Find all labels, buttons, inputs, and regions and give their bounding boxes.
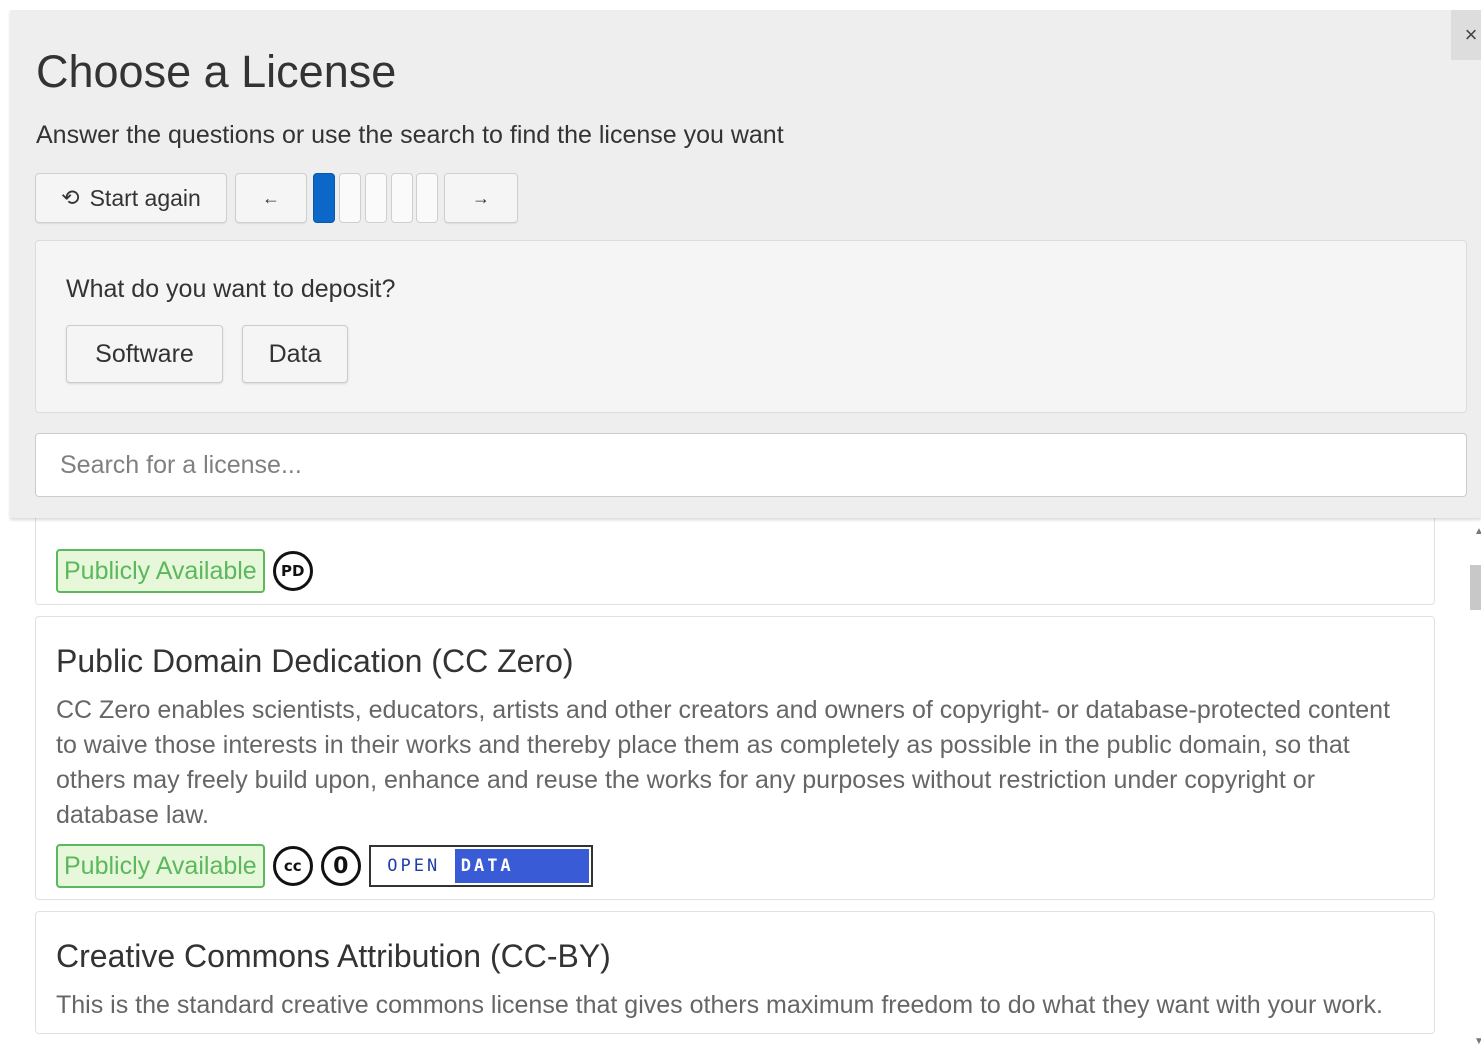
start-again-label: Start again xyxy=(89,184,201,211)
cc-zero-icon: 0 xyxy=(320,846,361,886)
license-description: CC Zero enables scientists, educators, a… xyxy=(56,696,1391,829)
close-button[interactable]: × xyxy=(1451,10,1481,60)
license-badges: Publicly Available PD xyxy=(56,548,313,594)
scroll-down-arrow-icon[interactable]: ▼ xyxy=(1474,1036,1481,1047)
answer-data-button[interactable]: Data xyxy=(242,325,348,383)
license-description: This is the standard creative commons li… xyxy=(56,991,1383,1019)
progress-step-5[interactable] xyxy=(416,173,438,223)
license-title: Public Domain Dedication (CC Zero) xyxy=(56,643,574,679)
arrow-right-icon: → xyxy=(472,187,490,208)
answer-software-button[interactable]: Software xyxy=(66,325,223,383)
license-chooser-header: Choose a License Answer the questions or… xyxy=(10,10,1481,518)
progress-step-2[interactable] xyxy=(339,173,361,223)
open-data-logo-right: DATA xyxy=(454,849,589,883)
page-subtitle: Answer the questions or use the search t… xyxy=(36,121,784,149)
license-badges: Publicly Available cc 0 OPEN DATA xyxy=(56,843,1414,889)
page-title: Choose a License xyxy=(36,46,397,97)
publicly-available-badge: Publicly Available xyxy=(56,844,265,888)
start-again-button[interactable]: ⟲ Start again xyxy=(35,173,227,223)
creative-commons-icon: cc xyxy=(272,846,313,886)
public-domain-icon: PD xyxy=(272,551,313,591)
open-data-logo-left: OPEN xyxy=(387,856,441,876)
license-card-cc-by[interactable]: Creative Commons Attribution (CC-BY) Thi… xyxy=(35,911,1435,1034)
scrollbar-thumb[interactable] xyxy=(1470,565,1481,610)
previous-step-button[interactable]: ← xyxy=(235,173,307,223)
license-search-input[interactable] xyxy=(35,433,1467,497)
close-icon: × xyxy=(1464,22,1478,47)
question-text: What do you want to deposit? xyxy=(66,275,396,303)
next-step-button[interactable]: → xyxy=(444,173,518,223)
scroll-up-arrow-icon[interactable]: ▲ xyxy=(1474,526,1481,537)
refresh-icon: ⟲ xyxy=(61,185,80,210)
license-chooser-page: Publicly Available PD Public Domain Dedi… xyxy=(0,0,1481,1055)
question-panel: What do you want to deposit? Software Da… xyxy=(35,240,1467,413)
arrow-left-icon: ← xyxy=(262,187,280,208)
open-data-logo: OPEN DATA xyxy=(368,845,593,887)
publicly-available-badge: Publicly Available xyxy=(56,549,265,593)
license-title: Creative Commons Attribution (CC-BY) xyxy=(56,938,611,974)
progress-step-3[interactable] xyxy=(365,173,387,223)
progress-step-4[interactable] xyxy=(391,173,413,223)
license-card-cc-zero[interactable]: Public Domain Dedication (CC Zero) CC Ze… xyxy=(35,616,1435,900)
progress-step-1[interactable] xyxy=(313,173,335,223)
